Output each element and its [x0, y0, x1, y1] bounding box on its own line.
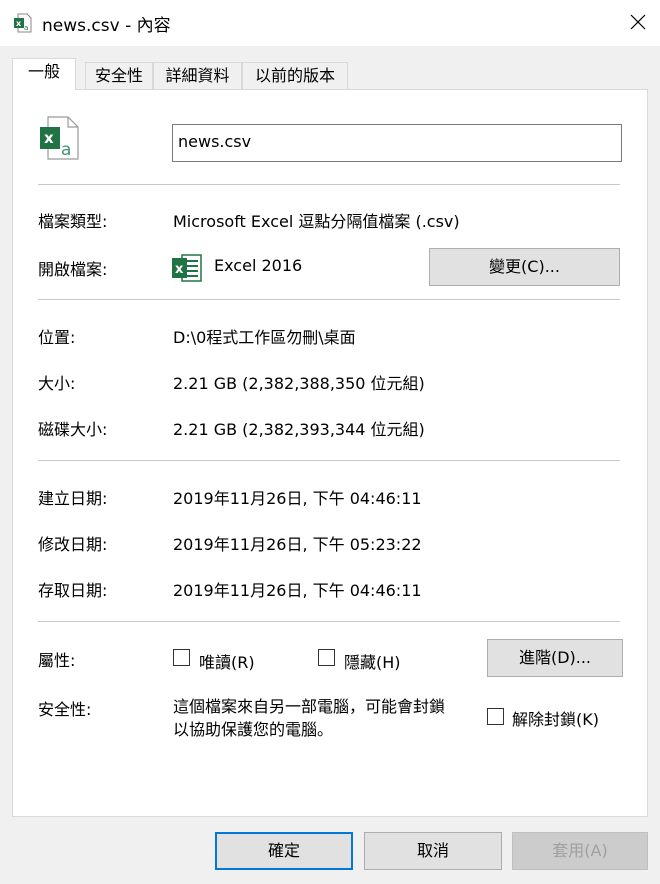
created-value: 2019年11月26日, 下午 04:46:11 — [173, 489, 422, 508]
disk-size-label: 磁碟大小: — [38, 420, 108, 439]
readonly-label: 唯讀(R) — [199, 653, 255, 672]
size-label: 大小: — [38, 374, 76, 393]
opens-with-app: Excel 2016 — [214, 256, 303, 275]
location-label: 位置: — [38, 328, 76, 347]
tab-details[interactable]: 詳細資料 — [153, 62, 242, 89]
close-icon — [630, 14, 646, 30]
hidden-label: 隱藏(H) — [344, 653, 401, 672]
modified-value: 2019年11月26日, 下午 05:23:22 — [173, 535, 422, 554]
security-message-line1: 這個檔案來自另一部電腦，可能會封鎖 — [173, 697, 446, 716]
security-message-line2: 以協助保護您的電腦。 — [173, 720, 334, 739]
separator — [38, 184, 620, 185]
advanced-button[interactable]: 進階(D)... — [487, 639, 623, 677]
separator — [38, 299, 620, 300]
csv-file-icon-large: x a — [40, 116, 79, 160]
unblock-label: 解除封鎖(K) — [512, 710, 599, 729]
security-label: 安全性: — [38, 700, 92, 719]
readonly-checkbox[interactable] — [173, 649, 190, 666]
size-value: 2.21 GB (2,382,388,350 位元組) — [173, 374, 425, 393]
attributes-label: 屬性: — [38, 651, 76, 670]
cancel-button[interactable]: 取消 — [364, 832, 502, 870]
location-value: D:\0程式工作區勿刪\桌面 — [173, 328, 356, 347]
svg-text:x: x — [175, 262, 184, 277]
excel-icon: x — [172, 254, 202, 282]
modified-label: 修改日期: — [38, 535, 108, 554]
ok-button[interactable]: 確定 — [215, 832, 353, 870]
window-title: news.csv - 內容 — [42, 16, 171, 36]
change-button[interactable]: 變更(C)... — [429, 248, 620, 286]
separator — [38, 621, 620, 622]
file-type-label: 檔案類型: — [38, 212, 108, 231]
csv-file-icon: x a — [14, 13, 32, 33]
accessed-label: 存取日期: — [38, 581, 108, 600]
hidden-checkbox[interactable] — [318, 649, 335, 666]
svg-text:x: x — [16, 19, 22, 28]
tab-security[interactable]: 安全性 — [85, 62, 153, 89]
tab-general[interactable]: 一般 — [12, 58, 76, 90]
title-bar: x a news.csv - 內容 — [0, 0, 660, 46]
svg-text:x: x — [44, 129, 54, 147]
file-type-value: Microsoft Excel 逗點分隔值檔案 (.csv) — [173, 212, 460, 231]
created-label: 建立日期: — [38, 489, 108, 508]
svg-text:a: a — [61, 140, 71, 160]
accessed-value: 2019年11月26日, 下午 04:46:11 — [173, 581, 422, 600]
filename-input[interactable]: news.csv — [172, 124, 622, 162]
opens-with-label: 開啟檔案: — [38, 260, 108, 279]
tab-previous-versions[interactable]: 以前的版本 — [242, 62, 348, 89]
separator — [38, 460, 620, 461]
apply-button[interactable]: 套用(A) — [512, 832, 648, 870]
close-button[interactable] — [614, 0, 660, 46]
svg-text:a: a — [24, 24, 28, 32]
unblock-checkbox[interactable] — [487, 708, 504, 725]
disk-size-value: 2.21 GB (2,382,393,344 位元組) — [173, 420, 425, 439]
